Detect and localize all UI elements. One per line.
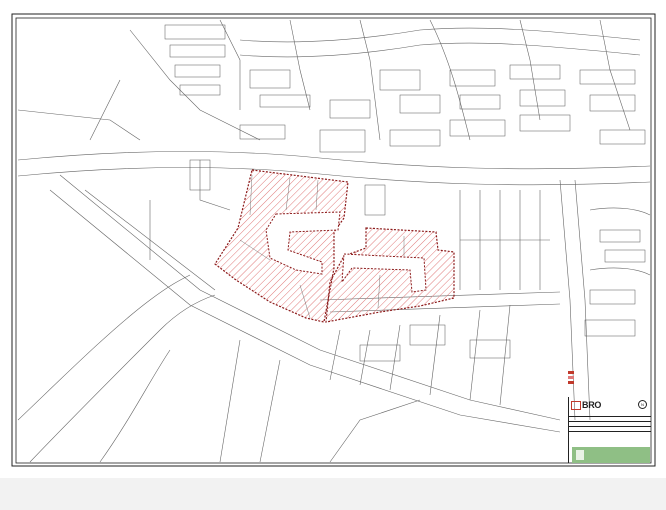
divider bbox=[569, 416, 651, 417]
logo-text: BRO bbox=[582, 400, 602, 410]
legend-swatch bbox=[568, 376, 574, 379]
site-plan-map bbox=[11, 13, 656, 467]
legend-item bbox=[568, 380, 648, 385]
map-legend bbox=[568, 370, 648, 400]
legend-swatch bbox=[568, 381, 574, 384]
company-logo: BRO bbox=[571, 399, 627, 411]
footer-logo-icon bbox=[576, 450, 584, 460]
title-block-rows bbox=[569, 412, 651, 444]
footer-band bbox=[572, 447, 650, 463]
divider bbox=[569, 426, 651, 427]
site-boundary bbox=[214, 169, 455, 323]
divider bbox=[569, 431, 651, 432]
drawing-sheet: BRO N bbox=[0, 0, 666, 478]
north-arrow-icon: N bbox=[638, 400, 647, 409]
building-footprints bbox=[164, 24, 646, 362]
legend-swatch bbox=[568, 371, 574, 374]
divider bbox=[569, 421, 651, 422]
logo-icon bbox=[571, 400, 581, 410]
